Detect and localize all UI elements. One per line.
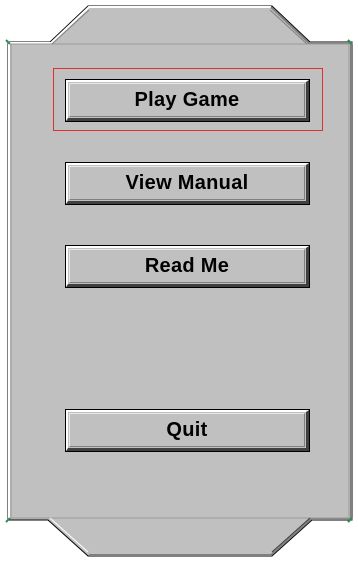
main-menu-window: Play Game View Manual Read Me Quit [0, 0, 358, 561]
quit-button[interactable]: Quit [65, 409, 310, 452]
play-game-button[interactable]: Play Game [65, 79, 310, 122]
read-me-button[interactable]: Read Me [65, 245, 310, 288]
view-manual-button[interactable]: View Manual [65, 162, 310, 205]
corner-accent [5, 517, 11, 523]
corner-accent [5, 39, 11, 45]
quit-label: Quit [166, 418, 208, 441]
view-manual-label: View Manual [125, 171, 249, 194]
read-me-label: Read Me [144, 254, 230, 277]
play-game-label: Play Game [134, 88, 240, 111]
